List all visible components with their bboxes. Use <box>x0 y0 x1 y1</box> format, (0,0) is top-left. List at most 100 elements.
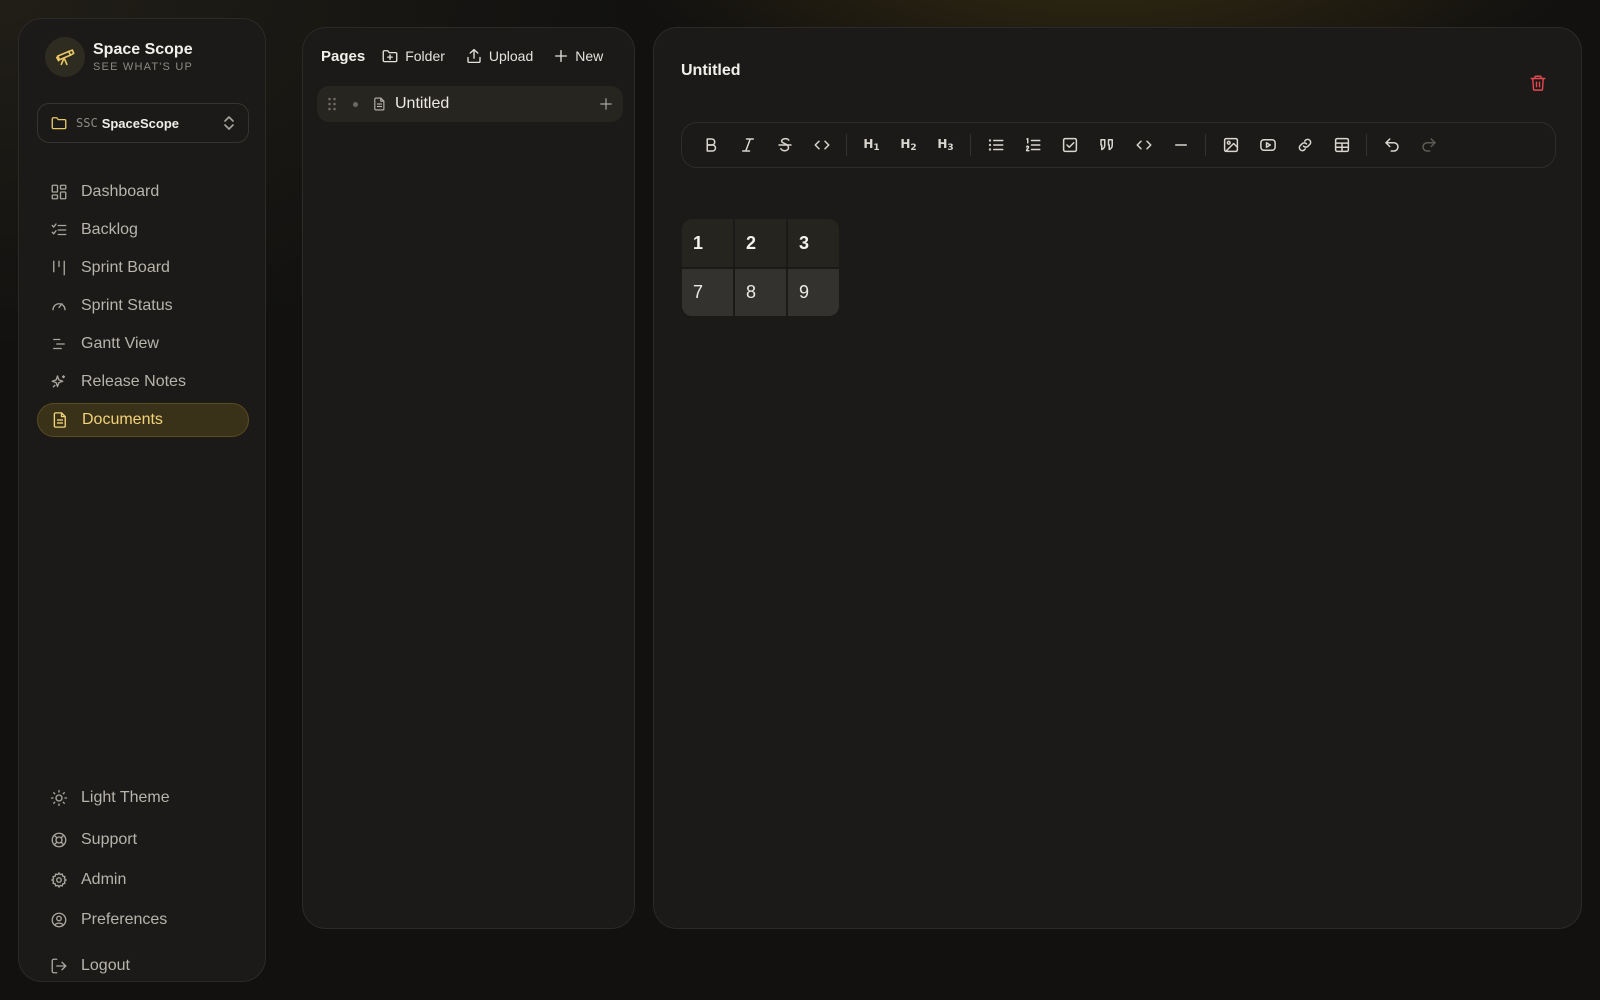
toolbar-divider <box>1205 134 1206 156</box>
strikethrough-button[interactable] <box>770 130 800 160</box>
nav-item-label: Preferences <box>81 911 168 928</box>
brand-name: Space Scope <box>93 41 193 58</box>
nav-item-release-notes[interactable]: Release Notes <box>37 365 249 399</box>
nav-item-admin[interactable]: Admin <box>37 863 249 897</box>
document-title[interactable]: Untitled <box>681 62 741 80</box>
nav-item-documents[interactable]: Documents <box>37 403 249 437</box>
nav-item-preferences[interactable]: Preferences <box>37 903 249 937</box>
list-checks-icon <box>49 220 69 240</box>
redo-icon <box>1420 136 1438 154</box>
bullet-dot-icon <box>353 101 358 107</box>
sidebar: Space Scope SEE WHAT'S UP SSC SpaceScope… <box>18 18 266 982</box>
nav-item-label: Release Notes <box>81 373 186 390</box>
user-circle-icon <box>49 910 69 930</box>
editor-panel: Untitled H1 H2 H3 1 2 3 7 8 9 <box>653 27 1582 929</box>
table-cell[interactable]: 8 <box>735 269 786 316</box>
editor-toolbar: H1 H2 H3 <box>681 122 1556 168</box>
logout-icon <box>49 956 69 976</box>
main-nav: Dashboard Backlog Sprint Board Sprint St… <box>37 175 249 441</box>
workspace-code: SSC <box>76 116 98 130</box>
code-block-button[interactable] <box>1129 130 1159 160</box>
nav-item-sprint-status[interactable]: Sprint Status <box>37 289 249 323</box>
link-icon <box>1296 136 1314 154</box>
ordered-list-icon <box>1024 136 1042 154</box>
horizontal-rule-button[interactable] <box>1166 130 1196 160</box>
upload-icon <box>465 47 489 65</box>
heading-3-button[interactable]: H3 <box>931 130 961 160</box>
bullet-list-button[interactable] <box>981 130 1011 160</box>
nav-item-label: Documents <box>82 411 163 428</box>
workspace-name: SpaceScope <box>101 115 180 131</box>
italic-icon <box>739 136 757 154</box>
redo-button[interactable] <box>1414 130 1444 160</box>
file-text-icon <box>372 96 387 112</box>
nav-item-label: Admin <box>81 871 127 888</box>
quote-icon <box>1098 136 1116 154</box>
nav-item-label: Logout <box>81 957 130 974</box>
bottom-nav: Light Theme Support Admin Preferences Lo… <box>37 781 249 989</box>
heading-3-icon: H3 <box>937 137 954 153</box>
ordered-list-button[interactable] <box>1018 130 1048 160</box>
sun-icon <box>49 788 69 808</box>
table-header-cell[interactable]: 1 <box>682 219 733 267</box>
nav-item-backlog[interactable]: Backlog <box>37 213 249 247</box>
insert-video-button[interactable] <box>1253 130 1283 160</box>
nav-item-gantt-view[interactable]: Gantt View <box>37 327 249 361</box>
youtube-icon <box>1259 136 1277 154</box>
page-item[interactable]: Untitled <box>317 86 623 122</box>
plus-icon <box>553 48 575 64</box>
delete-document-button[interactable] <box>1529 74 1547 92</box>
nav-item-label: Dashboard <box>81 183 160 200</box>
insert-link-button[interactable] <box>1290 130 1320 160</box>
toolbar-divider <box>846 134 847 156</box>
checkbox-icon <box>1061 136 1079 154</box>
toolbar-divider <box>970 134 971 156</box>
drag-handle-icon[interactable] <box>327 97 337 111</box>
heading-2-button[interactable]: H2 <box>894 130 924 160</box>
upload-label: Upload <box>488 48 534 64</box>
nav-item-support[interactable]: Support <box>37 823 249 857</box>
add-subpage-icon[interactable] <box>599 97 613 111</box>
workspace-selector[interactable]: SSC SpaceScope <box>37 103 249 143</box>
nav-item-light-theme[interactable]: Light Theme <box>37 781 249 815</box>
code-icon <box>813 136 831 154</box>
sparkles-icon <box>49 372 69 392</box>
bold-icon <box>702 136 720 154</box>
table-header-cell[interactable]: 3 <box>788 219 839 267</box>
table-header-cell[interactable]: 2 <box>735 219 786 267</box>
italic-button[interactable] <box>733 130 763 160</box>
blockquote-button[interactable] <box>1092 130 1122 160</box>
new-folder-label: Folder <box>405 48 445 64</box>
upload-button[interactable]: Upload <box>465 47 533 65</box>
code-block-icon <box>1135 136 1153 154</box>
bullet-list-icon <box>987 136 1005 154</box>
nav-item-sprint-board[interactable]: Sprint Board <box>37 251 249 285</box>
gantt-icon <box>49 334 69 354</box>
gauge-icon <box>49 296 69 316</box>
nav-item-logout[interactable]: Logout <box>37 949 249 983</box>
insert-table-button[interactable] <box>1327 130 1357 160</box>
gear-icon <box>49 870 69 890</box>
file-text-icon <box>50 410 70 430</box>
nav-item-dashboard[interactable]: Dashboard <box>37 175 249 209</box>
toolbar-divider <box>1366 134 1367 156</box>
new-folder-button[interactable]: Folder <box>381 47 445 65</box>
table-cell[interactable]: 7 <box>682 269 733 316</box>
dashboard-icon <box>49 182 69 202</box>
new-page-button[interactable]: New <box>553 48 603 64</box>
new-page-label: New <box>575 48 604 64</box>
nav-item-label: Light Theme <box>81 789 170 806</box>
insert-image-button[interactable] <box>1216 130 1246 160</box>
folder-plus-icon <box>381 47 405 65</box>
page-item-name: Untitled <box>395 95 450 112</box>
inline-code-button[interactable] <box>807 130 837 160</box>
undo-button[interactable] <box>1377 130 1407 160</box>
table-cell[interactable]: 9 <box>788 269 839 316</box>
task-list-button[interactable] <box>1055 130 1085 160</box>
pages-title: Pages <box>321 47 366 65</box>
table-icon <box>1333 136 1351 154</box>
brand[interactable]: Space Scope SEE WHAT'S UP <box>45 37 193 77</box>
folder-icon <box>50 114 68 132</box>
heading-1-button[interactable]: H1 <box>857 130 887 160</box>
bold-button[interactable] <box>696 130 726 160</box>
